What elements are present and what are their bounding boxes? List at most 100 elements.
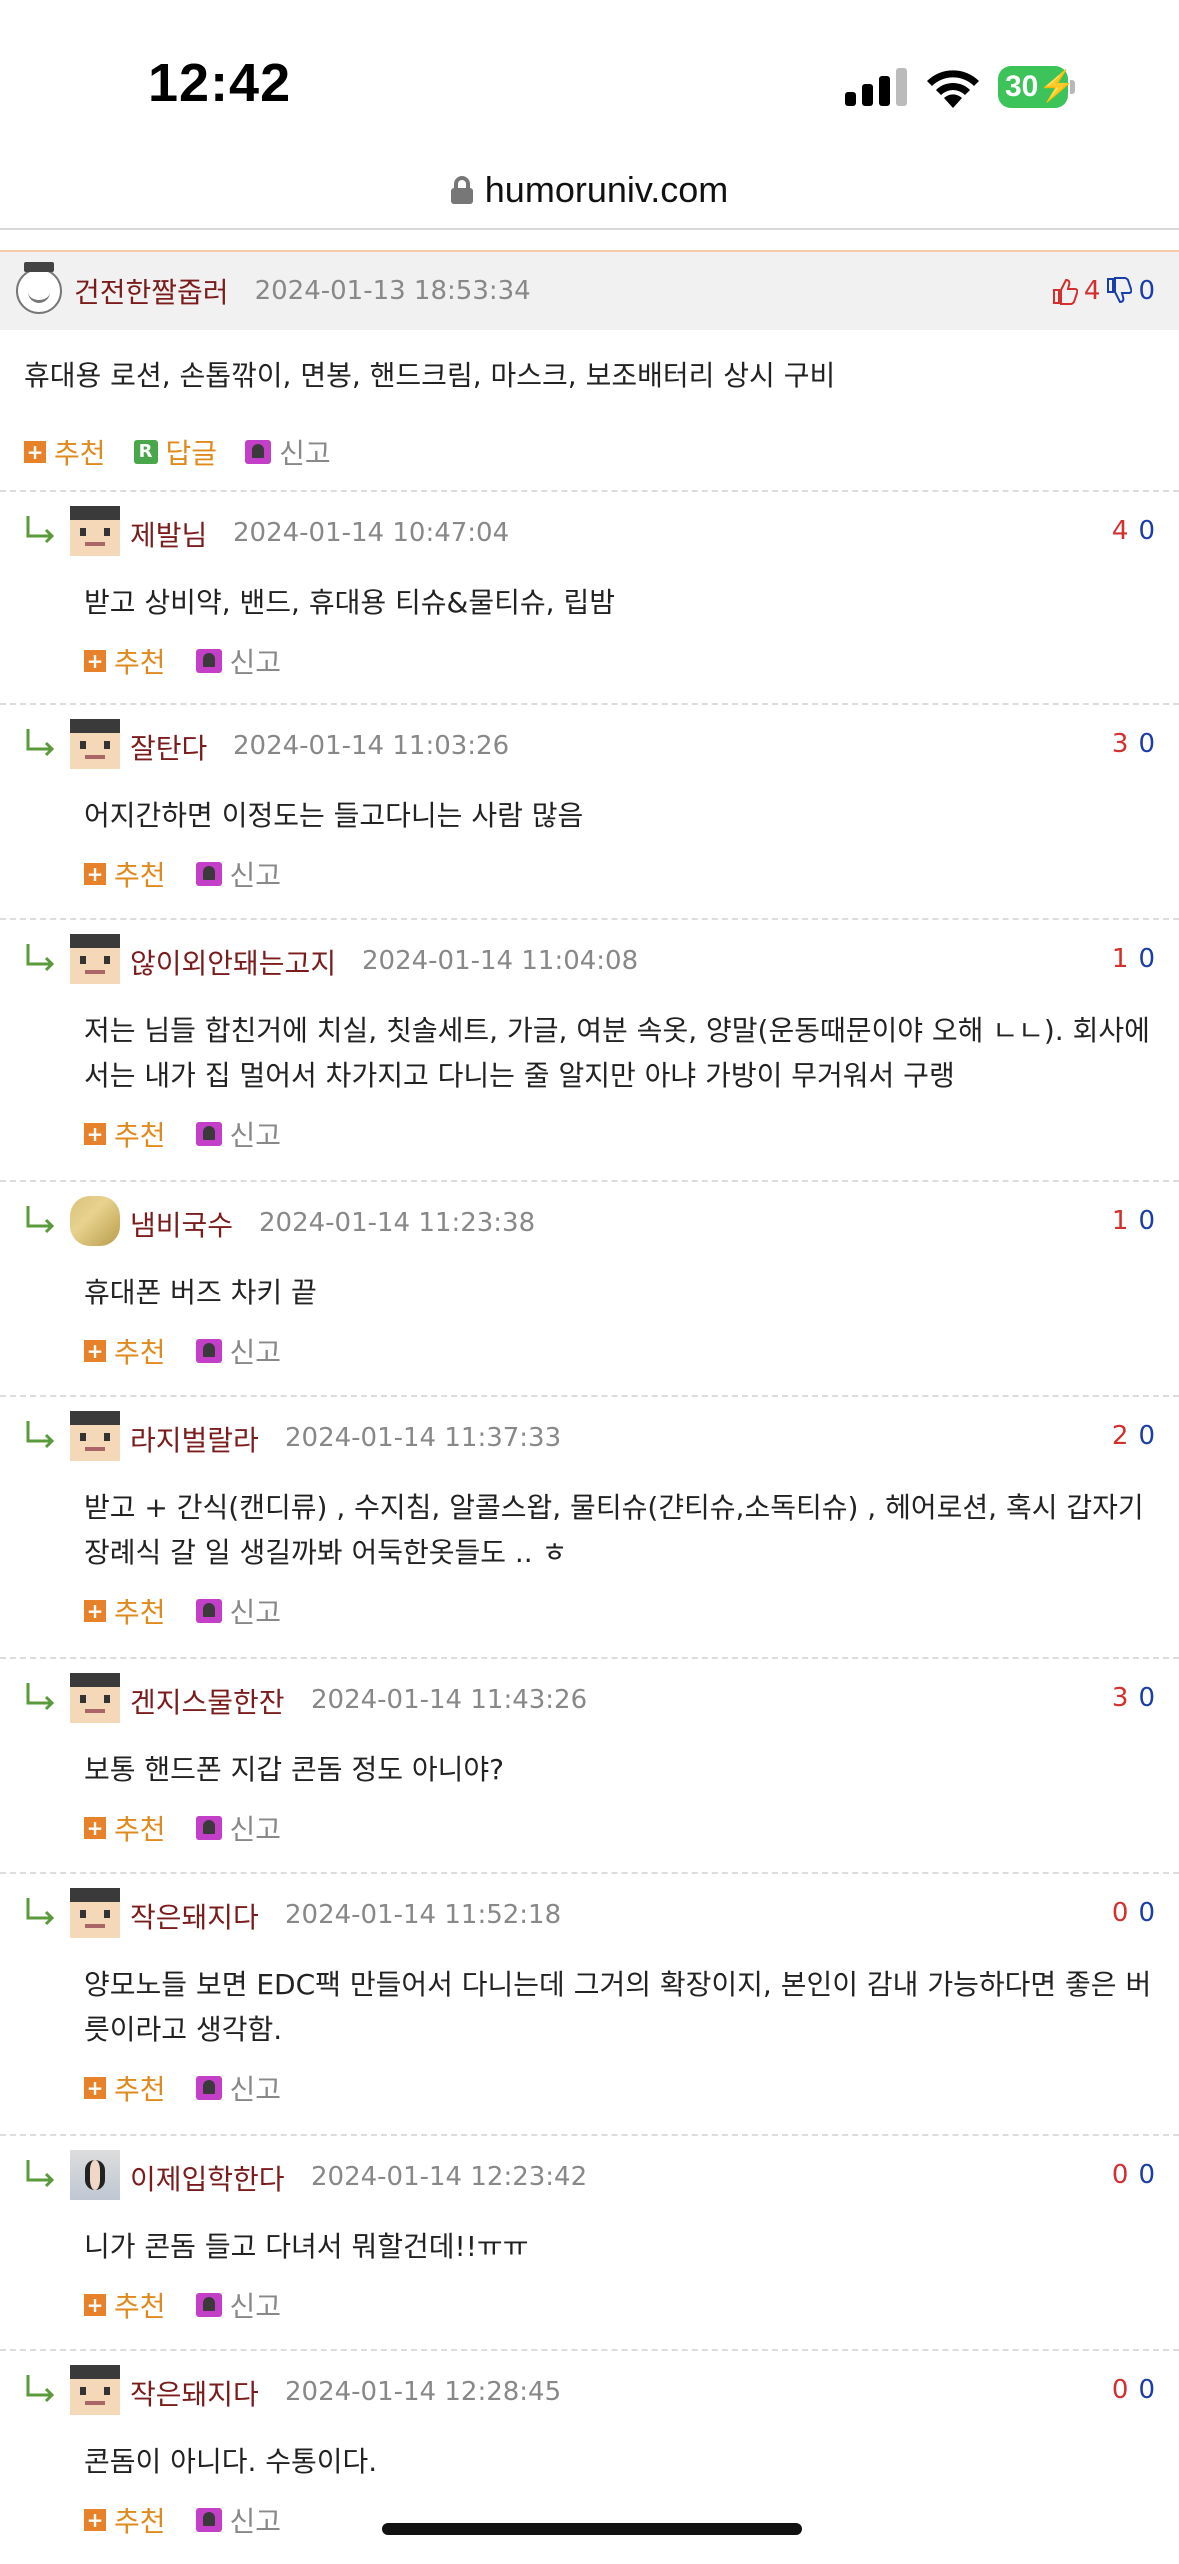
comment-actions: + 추천 R 답글 신고 — [0, 414, 1179, 490]
comment-date: 2024-01-14 10:47:04 — [233, 518, 510, 548]
comment-text: 보통 핸드폰 지갑 콘돔 정도 아니야? — [84, 1753, 505, 1786]
vote-counts: 20 — [1112, 1421, 1155, 1451]
down-count: 0 — [1138, 1206, 1155, 1236]
up-count: 0 — [1111, 2375, 1129, 2405]
recommend-button[interactable]: + 추천 — [84, 1591, 166, 1631]
wifi-icon — [927, 70, 979, 108]
vote-counts: 00 — [1112, 1898, 1155, 1928]
author-nick[interactable]: 않이외안돼는고지 — [130, 942, 336, 982]
recommend-button[interactable]: + 추천 — [84, 2068, 166, 2108]
recommend-button[interactable]: + 추천 — [84, 2285, 166, 2325]
reply-item: 않이외안돼는고지 2024-01-14 11:04:08 1 0 저는 님들 합친거에 … — [0, 918, 1179, 1180]
siren-icon — [195, 2508, 222, 2532]
avatar — [16, 262, 62, 314]
recommend-button[interactable]: + 추천 — [84, 2500, 166, 2540]
comment-text: 양모노들 보면 EDC팩 만들어서 다니는데 그거의 확장이지, 본인이 감내 … — [84, 1968, 1152, 2046]
comment-actions: + 추천 신고 — [0, 625, 1179, 697]
report-button[interactable]: 신고 — [195, 2068, 281, 2108]
reply-arrow-icon — [26, 944, 55, 972]
comment-actions: + 추천 신고 — [0, 2484, 1179, 2556]
report-label: 신고 — [229, 1336, 282, 1369]
reply-arrow-icon — [26, 2375, 55, 2403]
author-nick[interactable]: 냄비국수 — [130, 1204, 233, 1244]
lock-icon — [450, 176, 473, 204]
author-nick[interactable]: 라지벌랄라 — [130, 1419, 259, 1459]
reply-header: 냄비국수 2024-01-14 11:23:38 1 0 — [0, 1182, 1179, 1262]
recommend-label: 추천 — [114, 2505, 166, 2538]
thumbs-up-icon[interactable] — [1052, 277, 1078, 305]
avatar — [70, 719, 120, 769]
author-nick[interactable]: 작은돼지다 — [130, 1896, 259, 1936]
recommend-label: 추천 — [54, 437, 106, 470]
comment-actions: + 추천 신고 — [0, 2269, 1179, 2341]
report-button[interactable]: 신고 — [195, 1331, 282, 1371]
up-count: 1 — [1111, 1206, 1129, 1236]
address-bar[interactable]: humoruniv.com — [0, 150, 1179, 230]
recommend-button[interactable]: + 추천 — [24, 432, 106, 472]
siren-icon — [195, 1122, 222, 1146]
siren-icon — [195, 2076, 222, 2100]
reply-label: 답글 — [165, 437, 218, 470]
vote-counts: 10 — [1112, 1206, 1155, 1236]
down-count: 0 — [1138, 1898, 1155, 1928]
report-button[interactable]: 신고 — [195, 2285, 281, 2325]
main-comment-header: 건전한짤줍러 2024-01-13 18:53:34 4 0 — [0, 250, 1179, 330]
author-nick[interactable]: 이제입학한다 — [130, 2158, 285, 2198]
report-button[interactable]: 신고 — [195, 1808, 282, 1848]
report-button[interactable]: 신고 — [195, 1114, 281, 1154]
reply-item: 제발님 2024-01-14 10:47:04 4 0 받고 상비약, 밴드, 휴대용 … — [0, 490, 1179, 703]
siren-icon — [245, 440, 272, 464]
reply-button[interactable]: R 답글 — [133, 432, 218, 472]
down-count: 0 — [1138, 276, 1155, 306]
report-button[interactable]: 신고 — [245, 432, 331, 472]
divider — [0, 228, 1179, 230]
plus-icon: + — [84, 1123, 106, 1145]
down-count: 0 — [1138, 2375, 1155, 2405]
vote-counts: 30 — [1112, 1683, 1155, 1713]
comment-date: 2024-01-14 12:23:42 — [311, 2162, 588, 2192]
plus-icon: + — [84, 2077, 106, 2099]
recommend-button[interactable]: + 추천 — [84, 1331, 166, 1371]
recommend-label: 추천 — [114, 2073, 166, 2106]
report-label: 신고 — [229, 1813, 282, 1846]
author-nick[interactable]: 작은돼지다 — [130, 2373, 259, 2413]
report-button[interactable]: 신고 — [195, 1591, 282, 1631]
comment-date: 2024-01-13 18:53:34 — [254, 276, 531, 306]
plus-icon: + — [84, 1600, 106, 1622]
author-nick[interactable]: 건전한짤줍러 — [74, 271, 229, 311]
report-button[interactable]: 신고 — [195, 2500, 281, 2540]
author-nick[interactable]: 제발님 — [130, 514, 207, 554]
reply-item: 라지벌랄라 2024-01-14 11:37:33 2 0 받고 + 간식(캔디류) ,… — [0, 1395, 1179, 1657]
comment-text: 받고 + 간식(캔디류) , 수지침, 알콜스왑, 물티슈(갼티슈,소독티슈) … — [84, 1491, 1144, 1569]
reply-item: 이제입학한다 2024-01-14 12:23:42 0 0 니가 콘돔 들고 다녀서 … — [0, 2134, 1179, 2349]
comment-date: 2024-01-14 11:03:26 — [233, 731, 510, 761]
recommend-button[interactable]: + 추천 — [84, 1808, 166, 1848]
recommend-label: 추천 — [114, 1596, 166, 1629]
status-bar: 12:42 30⚡ — [0, 0, 1179, 150]
recommend-label: 추천 — [114, 2290, 166, 2323]
reply-header: 잘탄다 2024-01-14 11:03:26 3 0 — [0, 705, 1179, 785]
comment-date: 2024-01-14 11:43:26 — [311, 1685, 588, 1715]
reply-header: 라지벌랄라 2024-01-14 11:37:33 2 0 — [0, 1397, 1179, 1477]
down-count: 0 — [1138, 516, 1155, 546]
author-nick[interactable]: 잘탄다 — [130, 727, 207, 767]
comment-date: 2024-01-14 11:23:38 — [259, 1208, 536, 1238]
author-nick[interactable]: 겐지스물한잔 — [130, 1681, 285, 1721]
reply-header: 이제입학한다 2024-01-14 12:23:42 0 0 — [0, 2136, 1179, 2216]
recommend-button[interactable]: + 추천 — [84, 641, 166, 681]
vote-counts: 00 — [1112, 2160, 1155, 2190]
up-count: 4 — [1083, 276, 1101, 306]
siren-icon — [195, 649, 222, 673]
comment-text: 어지간하면 이정도는 들고다니는 사람 많음 — [84, 799, 584, 832]
avatar — [70, 1888, 120, 1938]
recommend-button[interactable]: + 추천 — [84, 1114, 166, 1154]
recommend-button[interactable]: + 추천 — [84, 854, 166, 894]
report-label: 신고 — [229, 1596, 282, 1629]
siren-icon — [195, 1339, 222, 1363]
comment-text: 받고 상비약, 밴드, 휴대용 티슈&물티슈, 립밤 — [84, 586, 615, 619]
report-button[interactable]: 신고 — [195, 641, 281, 681]
thumbs-down-icon[interactable] — [1106, 277, 1133, 305]
report-button[interactable]: 신고 — [195, 854, 281, 894]
comment-actions: + 추천 신고 — [0, 1098, 1179, 1170]
recommend-label: 추천 — [114, 1119, 166, 1152]
